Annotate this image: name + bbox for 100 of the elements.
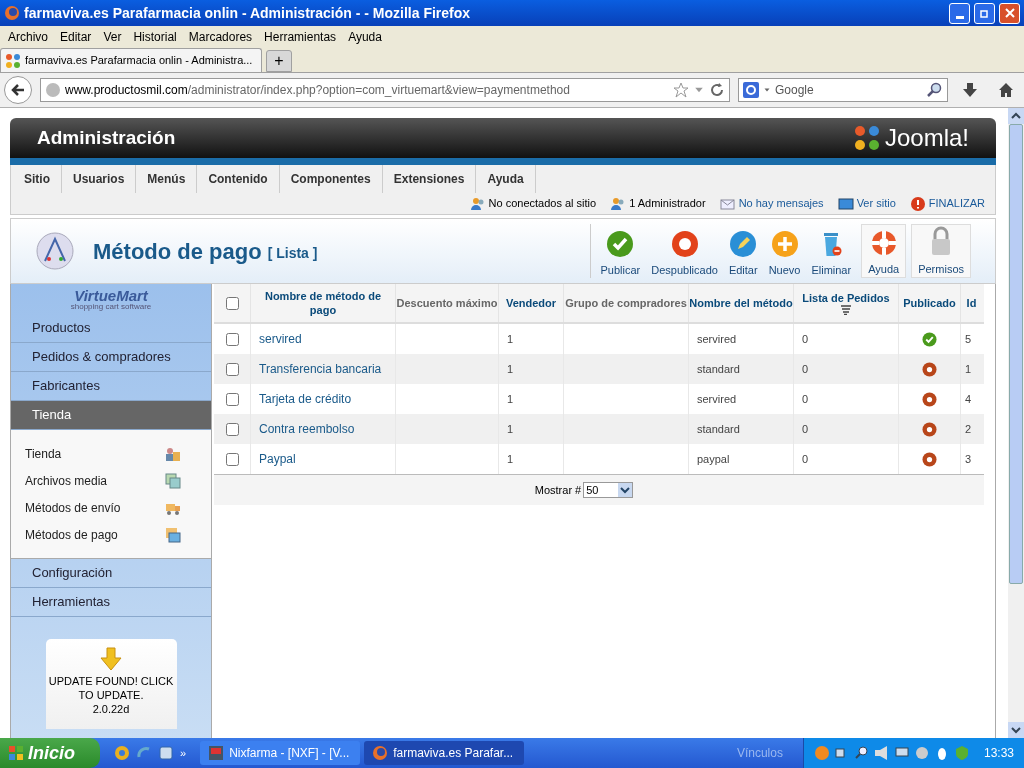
select-all-checkbox[interactable]: [225, 296, 239, 310]
method-link[interactable]: Contra reembolso: [259, 420, 355, 438]
menu-item[interactable]: Ver: [99, 27, 126, 46]
menu-item[interactable]: Editar: [56, 27, 96, 46]
table-cell-text: 0: [802, 361, 809, 377]
reload-icon: [709, 82, 725, 98]
menu-item[interactable]: Herramientas: [260, 27, 341, 46]
page-size-select[interactable]: 50: [583, 482, 634, 498]
toolbar-button[interactable]: Eliminar: [806, 224, 857, 278]
update-version: 2.0.22d: [92, 702, 130, 716]
method-link[interactable]: Paypal: [259, 450, 296, 468]
toolbar-button[interactable]: Permisos: [911, 224, 971, 278]
table-cell-text: 5: [965, 331, 972, 347]
table-cell-text: 1: [507, 421, 514, 437]
search-box[interactable]: Google: [738, 78, 948, 102]
sidebar-section[interactable]: Pedidos & compradores: [11, 343, 211, 372]
close-button[interactable]: [999, 2, 1020, 24]
back-button[interactable]: [4, 76, 32, 104]
column-header[interactable]: Vendedor: [505, 296, 557, 310]
start-button[interactable]: Inicio: [0, 738, 100, 768]
url-text: www.productosmil.com/administrator/index.php?option=com_virtuemart&view=paymentmethod: [65, 82, 571, 99]
screen-icon: [837, 195, 854, 212]
column-header[interactable]: Publicado: [903, 296, 956, 310]
table-cell-text: standard: [697, 361, 740, 377]
logo-tagline: shopping cart software: [70, 302, 152, 311]
method-link[interactable]: Transferencia bancaria: [259, 360, 382, 378]
column-header[interactable]: Id: [966, 296, 977, 310]
method-link[interactable]: servired: [259, 330, 302, 348]
sidebar-link[interactable]: Métodos de pago: [11, 521, 211, 548]
menu-item[interactable]: Historial: [129, 27, 181, 46]
search-icon: [927, 82, 943, 98]
dropdown-icon: [618, 483, 633, 497]
speaker-icon: [873, 745, 890, 761]
unpublished-icon: [922, 451, 937, 467]
table-cell-text: 2: [965, 421, 972, 437]
published-icon: [922, 331, 937, 347]
table-cell-text: 1: [507, 451, 514, 467]
column-header[interactable]: Nombre del método: [689, 296, 793, 310]
plus-icon: [770, 229, 799, 258]
menu-item[interactable]: Archivo: [4, 27, 52, 46]
new-tab-button[interactable]: +: [266, 50, 292, 72]
toolbar-button[interactable]: Publicar: [595, 224, 646, 278]
browser-tab[interactable]: farmaviva.es Parafarmacia onlin - Administra...: [0, 48, 262, 72]
table-cell-text: 4: [965, 391, 972, 407]
vertical-scrollbar[interactable]: [1008, 108, 1024, 738]
row-checkbox[interactable]: [225, 422, 239, 436]
more-chevron[interactable]: »: [180, 744, 187, 762]
toolbar-button[interactable]: Despublicado: [646, 224, 723, 278]
minimize-button[interactable]: [949, 2, 970, 24]
sidebar-link[interactable]: Tienda: [11, 440, 211, 467]
scroll-up-icon[interactable]: [1008, 108, 1024, 124]
row-checkbox[interactable]: [225, 392, 239, 406]
table-cell-text: 1: [507, 361, 514, 377]
table-cell-text: standard: [697, 421, 740, 437]
joomla-icon: [5, 52, 21, 69]
sidebar-link[interactable]: Métodos de envío: [11, 494, 211, 521]
column-header[interactable]: Lista de Pedidos: [802, 291, 890, 305]
toolbar-button[interactable]: Ayuda: [861, 224, 907, 278]
window-title: farmaviva.es Parafarmacia onlin - Administración - - Mozilla Firefox: [24, 3, 472, 23]
address-field[interactable]: www.productosmil.com/administrator/index.php?option=com_virtuemart&view=paymentmethod: [40, 78, 730, 102]
virtuemart-logo: VirtueMart: [74, 287, 148, 303]
update-notice[interactable]: UPDATE FOUND! CLICK TO UPDATE. 2.0.22d: [45, 639, 177, 729]
menu-item[interactable]: Ayuda: [344, 27, 386, 46]
alert-icon: [909, 195, 926, 212]
sidebar-section[interactable]: Productos: [11, 314, 211, 343]
toolbar-button[interactable]: Nuevo: [763, 224, 806, 278]
status-link[interactable]: Ver sitio: [856, 195, 896, 212]
toolbar-button[interactable]: Editar: [723, 224, 763, 278]
table-cell-text: 3: [965, 451, 972, 467]
unpublished-icon: [922, 391, 937, 407]
taskbar-task[interactable]: Nixfarma - [NXF] - [V...: [200, 741, 361, 765]
minimize-icon: [955, 15, 964, 19]
sidebar-section[interactable]: Herramientas: [11, 588, 211, 617]
caret-icon: [763, 86, 771, 94]
table-cell-text: 0: [802, 391, 809, 407]
google-icon: [743, 82, 759, 98]
joomla-logo: Joomla!: [884, 123, 969, 153]
sidebar-link[interactable]: Archivos media: [11, 467, 211, 494]
shield-icon: [953, 745, 970, 761]
close-icon: [1004, 8, 1015, 18]
column-header: Grupo de compradores: [565, 296, 687, 310]
row-checkbox[interactable]: [225, 362, 239, 376]
search-field[interactable]: Google: [775, 81, 923, 99]
status-link[interactable]: No hay mensajes: [738, 195, 824, 212]
sidebar-section[interactable]: Tienda: [11, 401, 211, 430]
row-checkbox[interactable]: [225, 332, 239, 346]
menu-item[interactable]: Marcadores: [184, 27, 257, 46]
sidebar-section[interactable]: Configuración: [11, 559, 211, 588]
pencil-icon: [729, 229, 758, 258]
card-icon: [165, 526, 181, 543]
taskbar-task[interactable]: farmaviva.es Parafar...: [364, 741, 525, 765]
status-link[interactable]: FINALIZAR: [928, 195, 985, 212]
down-arrow-icon: [99, 647, 123, 671]
method-link[interactable]: Tarjeta de crédito: [259, 390, 352, 408]
row-checkbox[interactable]: [225, 452, 239, 466]
restore-button[interactable]: [974, 2, 995, 24]
column-header[interactable]: Nombre de método de pago: [251, 289, 395, 317]
unpublished-icon: [922, 361, 937, 377]
sort-icon: [840, 305, 852, 315]
scroll-down-icon[interactable]: [1008, 722, 1024, 738]
